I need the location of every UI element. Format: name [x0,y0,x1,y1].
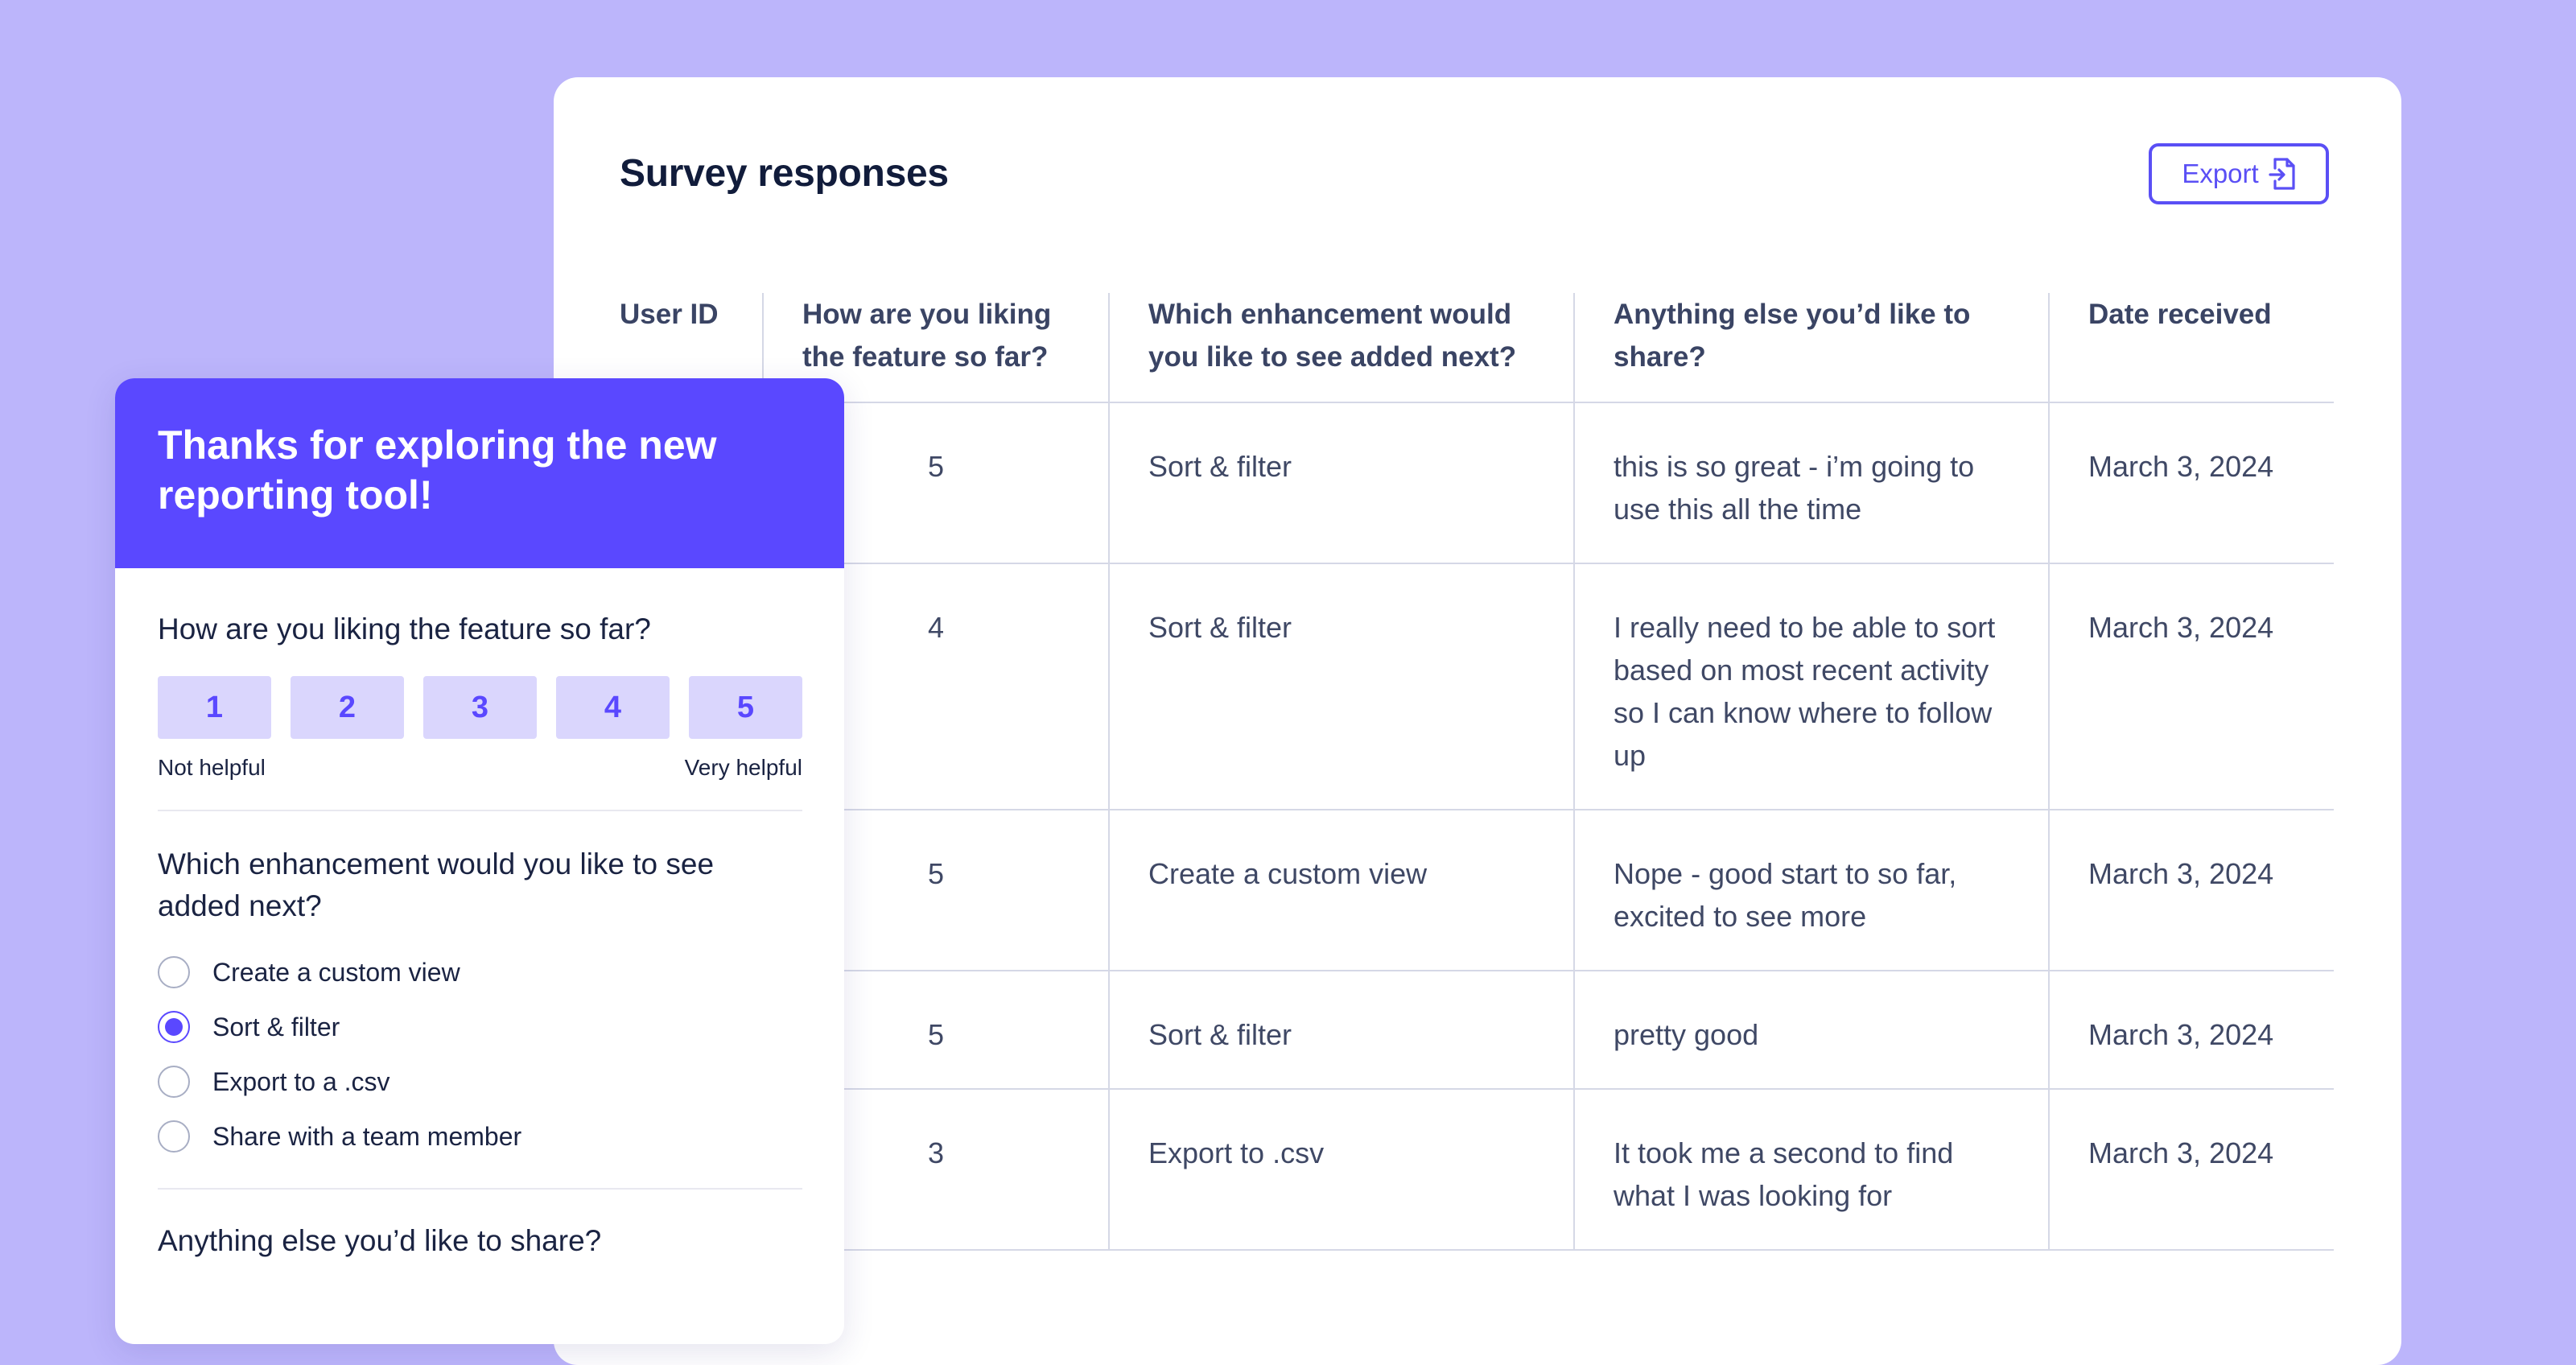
column-header[interactable]: Anything else you’d like to share? [1573,293,2049,403]
survey-heading: Thanks for exploring the new reporting t… [115,378,844,568]
enhancement-cell: Sort & filter [1108,563,1574,810]
option-export-csv[interactable]: Export to a .csv [158,1054,802,1109]
scale-low-label: Not helpful [158,755,266,780]
option-create-custom-view[interactable]: Create a custom view [158,945,802,1000]
option-share-team-member[interactable]: Share with a team member [158,1109,802,1164]
rating-scale: 1 2 3 4 5 [158,676,802,739]
option-label: Share with a team member [212,1121,522,1151]
option-label: Create a custom view [212,957,460,987]
export-button[interactable]: Export [2149,143,2329,204]
radio-button[interactable] [158,1066,190,1098]
comment-cell: It took me a second to find what I was l… [1573,1089,2049,1251]
table-row[interactable]: 4 Sort & filter I really need to be able… [620,563,2334,810]
enhancement-cell: Sort & filter [1108,971,1574,1090]
radio-button[interactable] [158,956,190,988]
question-enhancement: Which enhancement would you like to see … [158,847,715,922]
comment-cell: Nope - good start to so far, excited to … [1573,810,2049,971]
comment-cell: I really need to be able to sort based o… [1573,563,2049,810]
date-cell: March 3, 2024 [2048,810,2334,971]
option-label: Export to a .csv [212,1066,390,1096]
rating-option-2[interactable]: 2 [291,676,404,739]
date-cell: March 3, 2024 [2048,402,2334,564]
option-label: Sort & filter [212,1012,340,1041]
divider [158,810,802,811]
question-anything-else: Anything else you’d like to share? [158,1224,602,1257]
rating-option-4[interactable]: 4 [556,676,670,739]
table-row[interactable]: 3 Export to .csv It took me a second to … [620,1089,2334,1251]
question-rating: How are you liking the feature so far? [158,612,651,645]
option-sort-filter[interactable]: Sort & filter [158,1000,802,1054]
column-header[interactable]: Date received [2048,293,2334,403]
feedback-survey-panel: Thanks for exploring the new reporting t… [115,378,844,1344]
table-row[interactable]: 5 Sort & filter this is so great - i’m g… [620,402,2334,564]
enhancement-cell: Create a custom view [1108,810,1574,971]
enhancement-cell: Sort & filter [1108,402,1574,564]
enhancement-options: Create a custom view Sort & filter Expor… [158,945,802,1164]
divider [158,1188,802,1190]
page-title: Survey responses [620,152,949,195]
table-row[interactable]: 5 Create a custom view Nope - good start… [620,810,2334,971]
responses-table: User ID How are you liking the feature s… [620,293,2334,1251]
export-button-label: Export [2182,159,2259,188]
date-cell: March 3, 2024 [2048,1089,2334,1251]
enhancement-cell: Export to .csv [1108,1089,1574,1251]
comment-cell: pretty good [1573,971,2049,1090]
radio-button-selected[interactable] [158,1011,190,1043]
rating-option-3[interactable]: 3 [423,676,537,739]
file-export-icon [2269,158,2295,190]
scale-high-label: Very helpful [684,755,802,780]
table-header-row: User ID How are you liking the feature s… [620,293,2334,403]
date-cell: March 3, 2024 [2048,563,2334,810]
rating-option-5[interactable]: 5 [689,676,802,739]
table-row[interactable]: 5 Sort & filter pretty good March 3, 202… [620,971,2334,1090]
radio-button[interactable] [158,1120,190,1153]
comment-cell: this is so great - i’m going to use this… [1573,402,2049,564]
date-cell: March 3, 2024 [2048,971,2334,1090]
column-header[interactable]: Which enhancement would you like to see … [1108,293,1574,403]
rating-option-1[interactable]: 1 [158,676,271,739]
